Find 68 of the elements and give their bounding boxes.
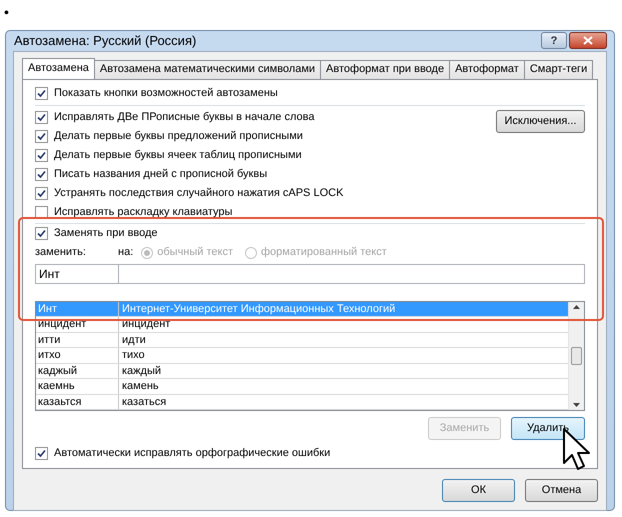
tab[interactable]: Автоформат при вводе: [320, 60, 450, 78]
checkbox-label: Исправлять ДВе ПРописные буквы в начале слова: [54, 110, 314, 125]
radio-label: обычный текст: [157, 245, 233, 260]
tab[interactable]: Смарт-теги: [524, 60, 594, 78]
list-row[interactable]: итти идти: [36, 332, 568, 348]
checkbox-label: Автоматически исправлять орфографические ошибки: [54, 446, 330, 461]
list-cell: каемнь: [36, 379, 119, 394]
checkbox[interactable]: [35, 148, 48, 162]
list-cell-text: Интернет-Университет Информационных Технологий: [121, 302, 396, 316]
scroll-down-icon[interactable]: [573, 402, 580, 406]
checkbox[interactable]: [35, 446, 48, 460]
list-cell-text: инцидент: [121, 317, 172, 332]
with-label: на:: [118, 245, 134, 260]
checkbox-label: Устранять последствия случайного нажатия cAPS LOCK: [54, 186, 344, 201]
list-cell-text: тихо: [121, 348, 146, 362]
scroll-thumb[interactable]: [571, 346, 582, 364]
tab[interactable]: Автозамена математическими символами: [94, 60, 322, 78]
checkbox-label: Заменять при вводе: [54, 226, 158, 241]
checkbox[interactable]: [35, 186, 48, 200]
tab[interactable]: Автоформат: [449, 60, 525, 78]
list-row[interactable]: каджый каждый: [36, 364, 568, 379]
checkmark-icon: [37, 448, 46, 458]
close-button[interactable]: [569, 32, 607, 50]
list-row[interactable]: инцидент инцидент: [36, 317, 568, 332]
ok-button[interactable]: ОК: [442, 478, 515, 502]
checkbox[interactable]: [35, 86, 48, 100]
checkbox-label: Писать названия дней с прописной буквы: [54, 166, 268, 182]
list-row[interactable]: каемнь камень: [36, 379, 568, 394]
delete-button[interactable]: Удалить: [511, 416, 585, 440]
scrollbar[interactable]: [568, 302, 584, 410]
checkbox-label: Делать первые буквы предложений прописными: [54, 128, 303, 144]
checkbox-label: Показать кнопки возможностей автозамены: [54, 86, 278, 101]
checkmark-icon: [37, 188, 46, 198]
checkmark-icon: [37, 170, 46, 178]
checkbox[interactable]: [35, 226, 48, 240]
list-cell: Инт: [36, 302, 119, 316]
list-cell: инцидент: [36, 317, 119, 332]
checkbox[interactable]: [35, 110, 48, 124]
radio-label: форматированный текст: [261, 245, 387, 260]
checkmark-icon: [37, 150, 46, 160]
list-row[interactable]: казаьтся казаться: [36, 394, 568, 410]
checkbox-label: Исправлять раскладку клавиатуры: [54, 204, 232, 220]
scroll-up-icon[interactable]: [573, 304, 580, 308]
list-cell: итти: [36, 332, 119, 347]
checkbox[interactable]: [35, 130, 48, 142]
list-cell-text: каждый: [121, 364, 162, 378]
list-cell-text: казаться: [121, 394, 168, 409]
help-button[interactable]: ?: [541, 32, 567, 50]
list-cell: казаьтся: [36, 394, 119, 409]
checkbox[interactable]: [35, 206, 48, 218]
exceptions-button[interactable]: Исключения...: [496, 110, 585, 132]
checkbox[interactable]: [35, 168, 48, 180]
window-title: Автозамена: Русский (Россия): [13, 32, 198, 50]
list-cell-text: идти: [121, 332, 147, 347]
list-cell: каджый: [36, 364, 119, 378]
replace-label: заменить:: [35, 245, 87, 260]
checkmark-icon: [37, 228, 46, 238]
checkmark-icon: [37, 88, 46, 98]
checkmark-icon: [37, 112, 46, 122]
list-cell-text: камень: [121, 379, 160, 394]
checkbox-label: Делать первые буквы ячеек таблиц прописными: [54, 148, 302, 163]
cancel-button[interactable]: Отмена: [525, 478, 598, 502]
bullet: •: [4, 3, 9, 22]
checkmark-icon: [37, 132, 46, 140]
close-icon: [583, 36, 593, 46]
list-cell: итхо: [36, 348, 119, 362]
list-row[interactable]: итхо тихо: [36, 348, 568, 364]
tab[interactable]: Автозамена: [22, 58, 95, 78]
